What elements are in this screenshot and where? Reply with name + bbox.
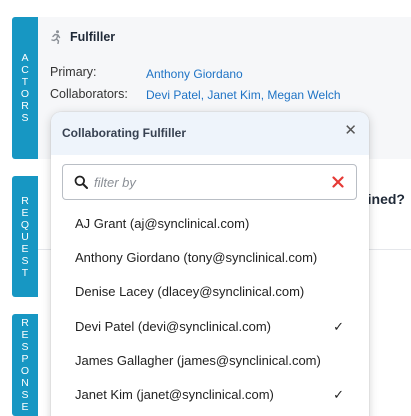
- workflow-page: ACTORS REQUEST RESPONSE Fulfiller Primar…: [0, 0, 411, 416]
- list-item[interactable]: Janet Kim (janet@synclinical.com) ✓: [51, 378, 369, 412]
- tab-response-label: RESPONSE: [20, 317, 30, 413]
- collaborating-fulfiller-popup: Collaborating Fulfiller ✕ AJ Grant (aj@s…: [51, 112, 369, 416]
- option-label: James Gallagher (james@synclinical.com): [75, 352, 321, 368]
- collaborators-value-link[interactable]: Devi Patel, Janet Kim, Megan Welch: [146, 88, 341, 102]
- option-label: Devi Patel (devi@synclinical.com): [75, 318, 271, 334]
- list-item[interactable]: James Gallagher (james@synclinical.com): [51, 344, 369, 378]
- search-icon: [74, 175, 88, 189]
- option-label: Janet Kim (janet@synclinical.com): [75, 386, 274, 402]
- close-icon[interactable]: ✕: [344, 123, 357, 139]
- tab-actors-label: ACTORS: [20, 52, 30, 124]
- clear-x-icon[interactable]: [332, 175, 344, 188]
- filter-input[interactable]: [94, 172, 324, 192]
- actors-heading-text: Fulfiller: [70, 30, 116, 44]
- tab-response[interactable]: RESPONSE: [12, 314, 38, 416]
- list-item[interactable]: Denise Lacey (dlacey@synclinical.com): [51, 275, 369, 309]
- tab-request[interactable]: REQUEST: [12, 176, 38, 297]
- running-person-icon: [50, 30, 62, 45]
- primary-value-link[interactable]: Anthony Giordano: [146, 67, 243, 81]
- request-question: ined?: [367, 191, 405, 207]
- list-item[interactable]: Devi Patel (devi@synclinical.com) ✓: [51, 310, 369, 344]
- option-label: Denise Lacey (dlacey@synclinical.com): [75, 284, 305, 300]
- option-list: AJ Grant (aj@synclinical.com) Anthony Gi…: [51, 207, 369, 412]
- list-item[interactable]: Anthony Giordano (tony@synclinical.com): [51, 241, 369, 275]
- search-box: [62, 164, 357, 200]
- option-label: AJ Grant (aj@synclinical.com): [75, 216, 250, 231]
- list-item[interactable]: AJ Grant (aj@synclinical.com): [51, 207, 369, 241]
- actors-heading: Fulfiller: [50, 30, 116, 45]
- tab-request-label: REQUEST: [20, 194, 30, 279]
- primary-label: Primary:: [50, 65, 97, 79]
- tab-actors[interactable]: ACTORS: [12, 17, 38, 159]
- checkmark-icon: ✓: [333, 386, 344, 402]
- option-label: Anthony Giordano (tony@synclinical.com): [75, 250, 318, 266]
- popup-header: Collaborating Fulfiller ✕: [51, 112, 369, 155]
- popup-title: Collaborating Fulfiller: [62, 126, 187, 140]
- collaborators-label: Collaborators:: [50, 87, 128, 101]
- checkmark-icon: ✓: [333, 318, 344, 334]
